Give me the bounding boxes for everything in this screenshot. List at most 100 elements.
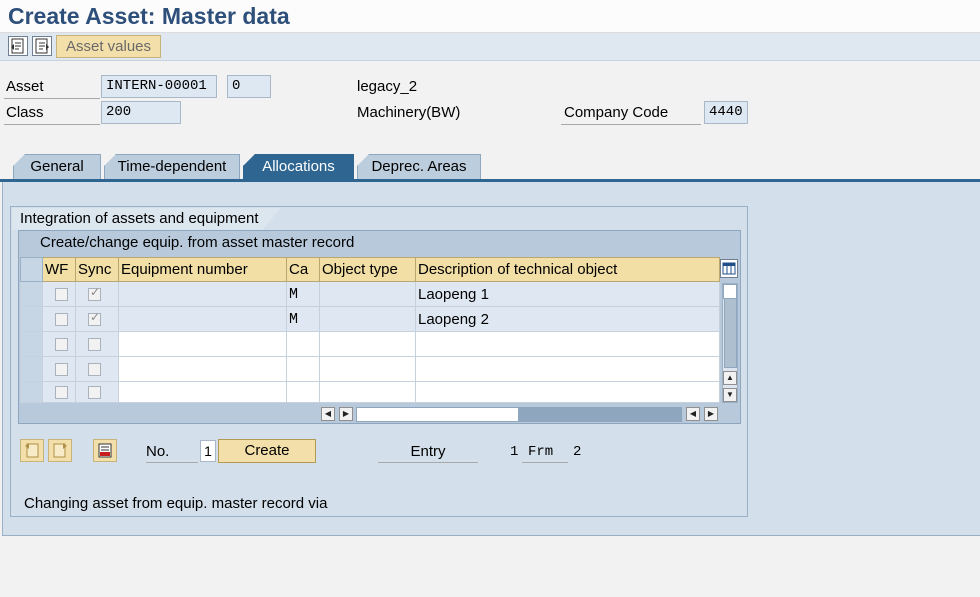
wf-checkbox-cell: [42, 356, 76, 382]
sync-checkbox[interactable]: [88, 310, 101, 327]
number-label-underline: [146, 462, 198, 463]
category-cell[interactable]: [286, 381, 320, 403]
entry-total-value: 2: [573, 444, 582, 460]
page-title: Create Asset: Master data: [8, 3, 290, 29]
scroll-up-icon[interactable]: ▲: [723, 371, 737, 385]
wf-checkbox[interactable]: [55, 338, 68, 352]
select-all-icon[interactable]: [20, 439, 44, 462]
asset-description: legacy_2: [357, 78, 418, 95]
column-header-object-type[interactable]: Object type: [319, 257, 416, 282]
deselect-all-icon[interactable]: [48, 439, 72, 462]
equipment-table: WF Sync Equipment number Ca Object type …: [20, 257, 720, 403]
column-header-description[interactable]: Description of technical object: [415, 257, 720, 282]
asset-number-field[interactable]: INTERN-00001: [101, 75, 217, 98]
sync-checkbox[interactable]: [88, 363, 101, 377]
table-row: M Laopeng 2: [20, 306, 720, 332]
description-cell[interactable]: [415, 356, 720, 382]
next-asset-icon[interactable]: [32, 36, 52, 56]
class-label: Class: [4, 103, 100, 125]
previous-asset-icon[interactable]: [8, 36, 28, 56]
wf-checkbox[interactable]: [55, 363, 68, 377]
column-header-wf[interactable]: WF: [42, 257, 76, 282]
category-cell[interactable]: M: [286, 306, 320, 332]
asset-label: Asset: [4, 77, 100, 99]
category-cell[interactable]: [286, 356, 320, 382]
scroll-first-column-icon[interactable]: ◀: [321, 407, 335, 421]
description-cell[interactable]: [415, 331, 720, 357]
scroll-down-icon[interactable]: ▼: [723, 388, 737, 402]
wf-checkbox[interactable]: [55, 288, 68, 302]
equipment-number-cell[interactable]: [118, 356, 287, 382]
company-code-field[interactable]: 4440: [704, 101, 748, 124]
sync-checkbox-cell: [75, 381, 119, 403]
equipment-number-cell[interactable]: [118, 381, 287, 403]
row-selector[interactable]: [20, 306, 43, 332]
sync-checkbox[interactable]: [88, 386, 101, 400]
class-description: Machinery(BW): [357, 104, 461, 121]
object-type-cell: [319, 306, 416, 332]
application-toolbar: Asset values: [0, 33, 980, 61]
create-button[interactable]: Create: [218, 439, 316, 463]
sync-checkbox-cell: [75, 356, 119, 382]
entry-label-underline: [378, 462, 478, 463]
delete-entry-icon[interactable]: [93, 439, 117, 462]
table-row: [20, 331, 720, 357]
sync-checkbox-cell: [75, 306, 119, 332]
scroll-right-icon[interactable]: ◀: [686, 407, 700, 421]
status-text: Changing asset from equip. master record…: [24, 495, 328, 512]
description-cell: Laopeng 2: [415, 306, 720, 332]
column-header-category[interactable]: Ca: [286, 257, 320, 282]
row-selector[interactable]: [20, 331, 43, 357]
number-input[interactable]: 1: [200, 440, 216, 462]
row-selector-header[interactable]: [20, 257, 43, 282]
group-title: Integration of assets and equipment: [12, 208, 281, 230]
tab-allocations[interactable]: Allocations: [243, 154, 354, 180]
wf-checkbox[interactable]: [55, 386, 68, 400]
entry-current-value: 1: [510, 444, 519, 460]
sync-checkbox-cell: [75, 281, 119, 307]
tab-deprec-areas[interactable]: Deprec. Areas: [357, 154, 481, 180]
object-type-cell[interactable]: [319, 381, 416, 403]
table-caption: Create/change equip. from asset master r…: [40, 234, 355, 251]
row-selector[interactable]: [20, 356, 43, 382]
column-header-equipment-number[interactable]: Equipment number: [118, 257, 287, 282]
equipment-number-cell[interactable]: [118, 331, 287, 357]
wf-checkbox-cell: [42, 331, 76, 357]
sync-checkbox[interactable]: [88, 285, 101, 302]
tab-time-dependent[interactable]: Time-dependent: [104, 154, 240, 180]
description-cell: Laopeng 1: [415, 281, 720, 307]
asset-subnumber-field[interactable]: 0: [227, 75, 271, 98]
from-label-underline: [522, 462, 568, 463]
from-label: Frm: [528, 444, 554, 460]
equipment-number-cell[interactable]: [118, 306, 287, 332]
asset-values-button[interactable]: Asset values: [56, 35, 161, 58]
scrollbar-position-box: [723, 284, 737, 299]
equipment-number-cell[interactable]: [118, 281, 287, 307]
vertical-scroll-thumb[interactable]: [724, 298, 737, 368]
entry-label: Entry: [410, 443, 446, 460]
wf-checkbox-cell: [42, 306, 76, 332]
scroll-last-column-icon[interactable]: ▶: [704, 407, 718, 421]
table-row: [20, 381, 720, 403]
sync-checkbox-cell: [75, 331, 119, 357]
description-cell[interactable]: [415, 381, 720, 403]
scroll-left-icon[interactable]: ▶: [339, 407, 353, 421]
horizontal-scroll-thumb[interactable]: [518, 408, 682, 421]
number-label: No.: [146, 443, 170, 460]
object-type-cell[interactable]: [319, 331, 416, 357]
tab-general[interactable]: General: [13, 154, 101, 180]
category-cell[interactable]: M: [286, 281, 320, 307]
wf-checkbox-cell: [42, 281, 76, 307]
wf-checkbox[interactable]: [55, 313, 68, 327]
class-field[interactable]: 200: [101, 101, 181, 124]
column-header-sync[interactable]: Sync: [75, 257, 119, 282]
sync-checkbox[interactable]: [88, 338, 101, 352]
row-selector[interactable]: [20, 281, 43, 307]
object-type-cell: [319, 281, 416, 307]
category-cell[interactable]: [286, 331, 320, 357]
row-selector[interactable]: [20, 381, 43, 403]
object-type-cell[interactable]: [319, 356, 416, 382]
table-settings-icon[interactable]: [720, 259, 738, 278]
table-header-row: WF Sync Equipment number Ca Object type …: [20, 257, 720, 282]
table-row: M Laopeng 1: [20, 281, 720, 307]
